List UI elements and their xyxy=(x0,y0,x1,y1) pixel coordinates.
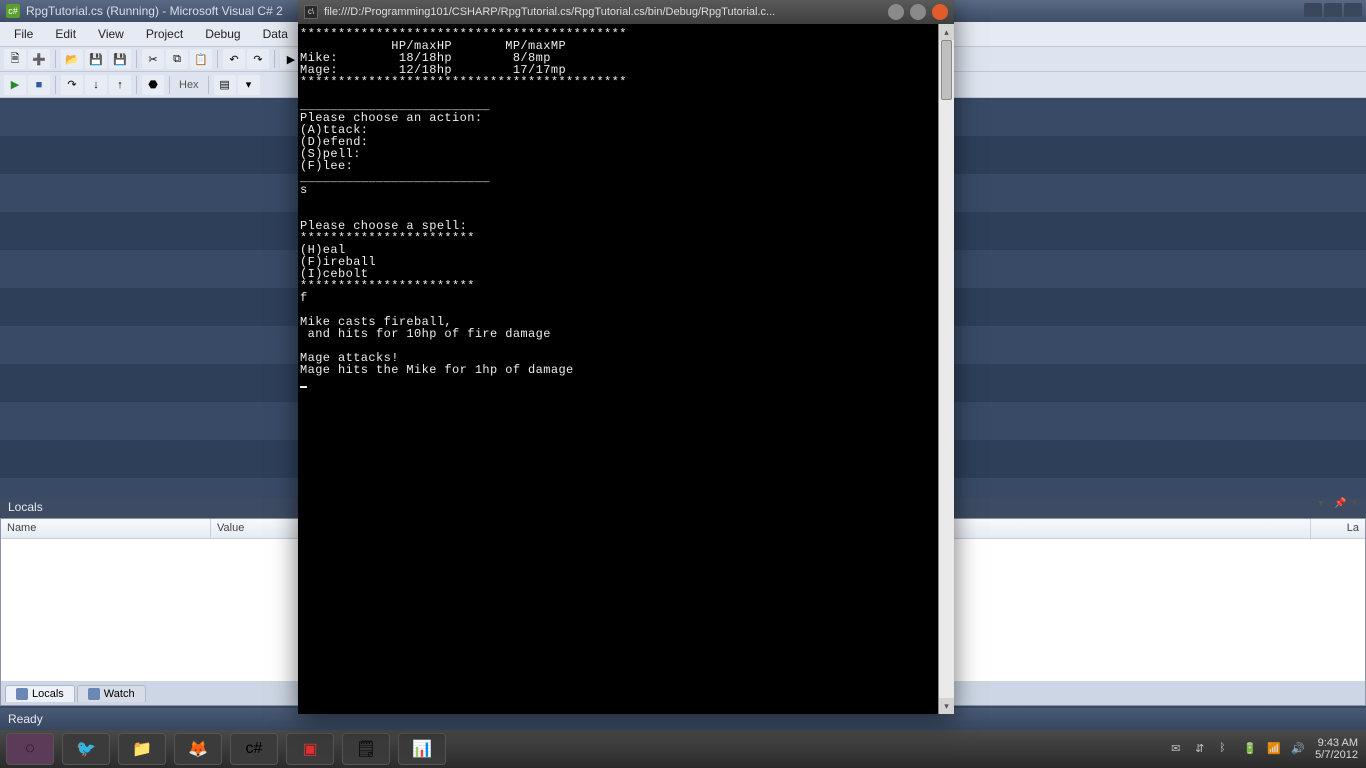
redo-icon[interactable]: ↷ xyxy=(247,49,269,69)
locals-col-language[interactable]: La xyxy=(1311,519,1365,538)
tray-clock[interactable]: 9:43 AM 5/7/2012 xyxy=(1315,737,1358,761)
console-app-icon: c\ xyxy=(304,5,318,19)
console-output[interactable]: ****************************************… xyxy=(298,24,954,714)
output-icon[interactable]: ▤ xyxy=(214,75,236,95)
dropdown-icon[interactable]: ▾ xyxy=(238,75,260,95)
tray-bluetooth-icon[interactable]: ᛒ xyxy=(1219,742,1233,756)
menu-data[interactable]: Data xyxy=(253,25,298,43)
launcher-pidgin-icon[interactable]: 🐦 xyxy=(62,733,110,765)
vs-window-title: RpgTutorial.cs (Running) - Microsoft Vis… xyxy=(26,4,283,18)
continue-icon[interactable]: ▶ xyxy=(4,75,26,95)
console-window: c\ file:///D:/Programming101/CSHARP/RpgT… xyxy=(298,0,954,714)
panel-close-icon[interactable]: ✕ xyxy=(1350,498,1364,512)
console-scrollbar[interactable]: ▴ ▾ xyxy=(938,24,954,714)
save-all-icon[interactable]: 💾 xyxy=(109,49,131,69)
tray-date: 5/7/2012 xyxy=(1315,749,1358,761)
menu-project[interactable]: Project xyxy=(136,25,193,43)
menu-edit[interactable]: Edit xyxy=(45,25,86,43)
step-out-icon[interactable]: ↑ xyxy=(109,75,131,95)
scroll-down-icon[interactable]: ▾ xyxy=(939,698,954,714)
locals-tab-icon xyxy=(16,688,28,700)
tab-locals[interactable]: Locals xyxy=(5,685,75,702)
launcher-files-icon[interactable]: 📁 xyxy=(118,733,166,765)
breakpoint-icon[interactable]: ⬣ xyxy=(142,75,164,95)
tab-watch[interactable]: Watch xyxy=(77,685,146,702)
add-item-icon[interactable]: ➕ xyxy=(28,49,50,69)
paste-icon[interactable]: 📋 xyxy=(190,49,212,69)
launcher-monitor-icon[interactable]: 📊 xyxy=(398,733,446,765)
locals-panel-controls: ▾ 📌 ✕ xyxy=(1318,498,1364,512)
vs-maximize-icon[interactable] xyxy=(1324,3,1342,17)
menu-view[interactable]: View xyxy=(88,25,134,43)
step-over-icon[interactable]: ↷ xyxy=(61,75,83,95)
hex-toggle[interactable]: Hex xyxy=(175,79,203,91)
locals-col-name[interactable]: Name xyxy=(1,519,211,538)
launcher-csharp-icon[interactable]: c# xyxy=(230,733,278,765)
scroll-thumb[interactable] xyxy=(941,40,952,100)
menu-debug[interactable]: Debug xyxy=(195,25,250,43)
stop-icon[interactable]: ■ xyxy=(28,75,50,95)
vs-close-icon[interactable] xyxy=(1344,3,1362,17)
taskbar: ◌ 🐦 📁 🦊 c# ▣ 🗒 📊 ✉ ⇵ ᛒ 🔋 📶 🔊 9:43 AM 5/7… xyxy=(0,730,1366,768)
undo-icon[interactable]: ↶ xyxy=(223,49,245,69)
tray-time: 9:43 AM xyxy=(1315,737,1358,749)
console-maximize-icon[interactable] xyxy=(910,4,926,20)
tab-watch-label: Watch xyxy=(104,688,135,700)
launcher-firefox-icon[interactable]: 🦊 xyxy=(174,733,222,765)
tray-mail-icon[interactable]: ✉ xyxy=(1171,742,1185,756)
tray-volume-icon[interactable]: 🔊 xyxy=(1291,742,1305,756)
scroll-up-icon[interactable]: ▴ xyxy=(939,24,954,40)
panel-pin-icon[interactable]: 📌 xyxy=(1334,498,1348,512)
vs-app-icon: c# xyxy=(6,4,20,18)
open-folder-icon[interactable]: 📂 xyxy=(61,49,83,69)
status-text: Ready xyxy=(8,712,43,726)
tab-locals-label: Locals xyxy=(32,688,64,700)
launcher-text-icon[interactable]: 🗒 xyxy=(342,733,390,765)
tray-wifi-icon[interactable]: 📶 xyxy=(1267,742,1281,756)
launcher-ubuntu-icon[interactable]: ◌ xyxy=(6,733,54,765)
system-tray: ✉ ⇵ ᛒ 🔋 📶 🔊 9:43 AM 5/7/2012 xyxy=(1171,730,1358,768)
menu-file[interactable]: File xyxy=(4,25,43,43)
tray-updown-icon[interactable]: ⇵ xyxy=(1195,742,1209,756)
launcher-pdf-icon[interactable]: ▣ xyxy=(286,733,334,765)
cut-icon[interactable]: ✂ xyxy=(142,49,164,69)
save-icon[interactable]: 💾 xyxy=(85,49,107,69)
console-minimize-icon[interactable] xyxy=(888,4,904,20)
tray-battery-icon[interactable]: 🔋 xyxy=(1243,742,1257,756)
console-cursor xyxy=(300,386,307,388)
new-project-icon[interactable]: 🗎 xyxy=(4,49,26,69)
watch-tab-icon xyxy=(88,688,100,700)
step-into-icon[interactable]: ↓ xyxy=(85,75,107,95)
panel-dropdown-icon[interactable]: ▾ xyxy=(1318,498,1332,512)
console-titlebar[interactable]: c\ file:///D:/Programming101/CSHARP/RpgT… xyxy=(298,0,954,24)
console-close-icon[interactable] xyxy=(932,4,948,20)
copy-icon[interactable]: ⧉ xyxy=(166,49,188,69)
vs-minimize-icon[interactable] xyxy=(1304,3,1322,17)
console-window-title: file:///D:/Programming101/CSHARP/RpgTuto… xyxy=(324,6,888,18)
